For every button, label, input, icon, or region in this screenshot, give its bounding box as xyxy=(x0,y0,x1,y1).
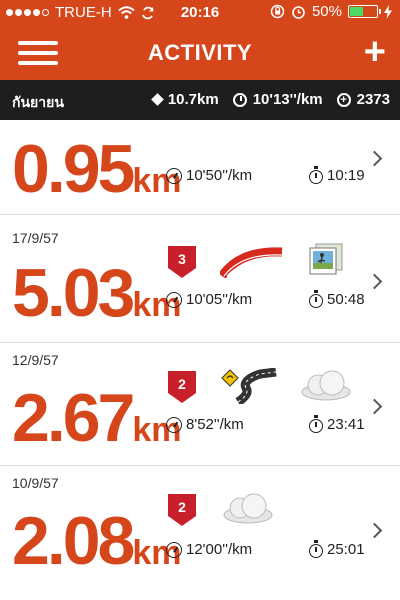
stopwatch-icon xyxy=(309,539,323,558)
chevron-right-icon xyxy=(366,150,383,167)
run-pace-value: 12'00''/km xyxy=(186,541,253,558)
nav-bar: ACTIVITY + xyxy=(0,26,400,80)
stopwatch-icon xyxy=(309,414,323,433)
pace-icon xyxy=(232,92,247,107)
run-list-item[interactable]: 17/9/57 3 5.03km 10'05''/km 50:48 xyxy=(0,216,400,343)
run-pace-value: 10'05''/km xyxy=(186,291,253,308)
chevron-right-icon xyxy=(366,398,383,415)
status-bar: TRUE-H 20:16 50% xyxy=(0,0,400,26)
run-duration: 50:48 xyxy=(309,289,365,308)
charging-icon xyxy=(384,4,392,19)
run-pace-value: 10'50''/km xyxy=(186,167,253,184)
summary-pace-value: 10'13''/km xyxy=(252,91,323,108)
summary-stats: 10.7km 10'13''/km + 2373 xyxy=(150,91,390,108)
winding-road-icon xyxy=(221,368,277,404)
run-distance: 2.67km xyxy=(12,379,182,457)
run-distance: 5.03km xyxy=(12,254,182,332)
photo-icon xyxy=(309,243,343,275)
run-list-item[interactable]: 12/9/57 2 2.67km 8'52''/km 23:41 xyxy=(0,344,400,466)
alarm-icon xyxy=(292,6,305,19)
chevron-right-icon xyxy=(366,522,383,539)
pace-gauge-icon xyxy=(166,416,182,433)
app-header: TRUE-H 20:16 50% ACTIVITY + xyxy=(0,0,400,80)
run-date: 10/9/57 xyxy=(12,475,59,491)
pace-gauge-icon xyxy=(166,167,182,184)
summary-distance-value: 10.7km xyxy=(167,91,219,108)
stopwatch-icon xyxy=(309,289,323,308)
run-pace: 10'50''/km xyxy=(166,167,252,184)
run-distance: 2.08km xyxy=(12,502,182,580)
run-date: 12/9/57 xyxy=(12,352,59,368)
run-duration-value: 23:41 xyxy=(327,416,365,433)
page-title: ACTIVITY xyxy=(147,40,253,65)
cloud-icon xyxy=(223,493,273,524)
distance-icon xyxy=(150,93,164,106)
summary-fuel-value: 2373 xyxy=(356,91,390,108)
stopwatch-icon xyxy=(309,165,323,184)
run-duration-value: 50:48 xyxy=(327,291,365,308)
run-distance-value: 2.08 xyxy=(12,503,135,579)
fuel-icon: + xyxy=(336,92,351,107)
rotation-lock-icon xyxy=(270,4,285,19)
run-pace: 8'52''/km xyxy=(166,416,244,433)
pace-gauge-icon xyxy=(166,291,182,308)
run-distance-value: 0.95 xyxy=(12,131,135,207)
run-list-item[interactable]: 10/9/57 2 2.08km 12'00''/km 25:01 xyxy=(0,467,400,589)
run-duration-value: 25:01 xyxy=(327,541,365,558)
run-duration: 23:41 xyxy=(309,414,365,433)
run-distance: 0.95km xyxy=(12,130,182,208)
run-duration-value: 10:19 xyxy=(327,167,365,184)
run-duration: 25:01 xyxy=(309,539,365,558)
summary-month: กันยายน xyxy=(12,94,64,110)
battery-icon xyxy=(348,5,381,18)
monthly-summary-bar: กันยายน 10.7km 10'13''/km + 2373 xyxy=(0,80,400,120)
run-pace: 10'05''/km xyxy=(166,291,252,308)
chevron-right-icon xyxy=(366,273,383,290)
run-distance-value: 2.67 xyxy=(12,380,135,456)
run-date: 17/9/57 xyxy=(12,230,59,246)
summary-distance: 10.7km xyxy=(150,91,219,108)
pace-gauge-icon xyxy=(166,541,182,558)
cloud-icon xyxy=(301,370,351,401)
status-right: 50% xyxy=(270,3,392,20)
add-run-button[interactable]: + xyxy=(364,32,386,72)
run-list-item[interactable]: 0.95km 10'50''/km 10:19 xyxy=(0,120,400,215)
run-pace: 12'00''/km xyxy=(166,541,252,558)
battery-percent: 50% xyxy=(311,3,342,20)
track-icon xyxy=(220,247,283,278)
run-duration: 10:19 xyxy=(309,165,365,184)
run-distance-value: 5.03 xyxy=(12,255,135,331)
summary-fuel: + 2373 xyxy=(336,91,390,108)
summary-pace: 10'13''/km xyxy=(232,91,323,108)
run-pace-value: 8'52''/km xyxy=(186,416,244,433)
